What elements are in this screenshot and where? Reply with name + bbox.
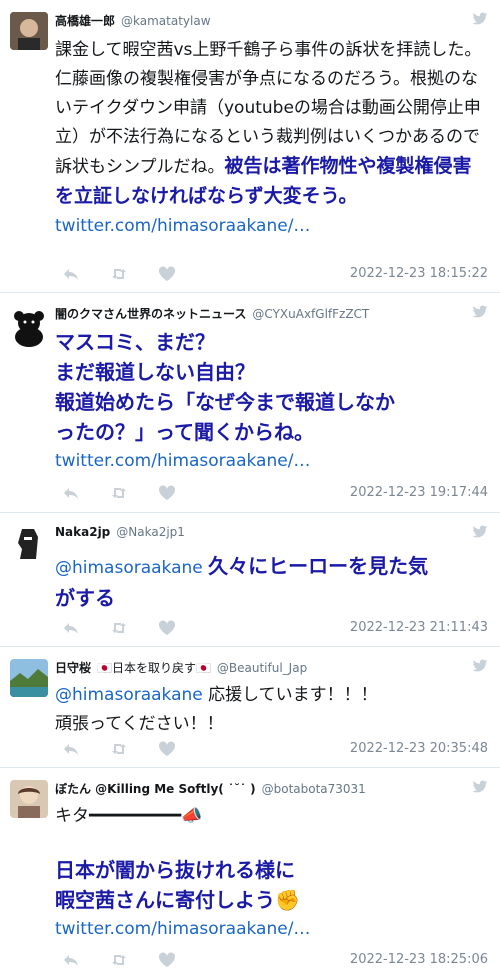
tweet-5: ぼたん @Killing Me Softly( ˙˘˙ ) @botabota73… bbox=[0, 768, 500, 978]
twitter-bird-icon bbox=[472, 305, 488, 319]
avatar[interactable] bbox=[10, 780, 48, 818]
tweet-2: 闇のクマさん世界のネットニュース @CYXuAxfGlfFzZCT マスコミ、まだ… bbox=[0, 293, 500, 511]
avatar[interactable] bbox=[10, 525, 48, 563]
tweet-text-plain: 応援しています！！！ bbox=[208, 685, 378, 705]
timestamp[interactable]: 2022-12-23 21:11:43 bbox=[350, 620, 488, 635]
tweet-text: @himasoraakane 応援しています！！！ 頑張ってください！！ bbox=[55, 681, 490, 739]
tweet-header: Naka2jp @Naka2jp1 bbox=[55, 525, 185, 539]
tweet-text-plain: キタ━━━━━━━━━📣 bbox=[55, 806, 203, 826]
timestamp[interactable]: 2022-12-23 18:15:22 bbox=[350, 266, 488, 281]
reply-icon[interactable] bbox=[62, 741, 80, 757]
tweet-header: 高橋雄一郎 @kamatatylaw bbox=[55, 12, 211, 29]
tweet-line: マスコミ、まだ？ bbox=[55, 330, 215, 354]
tweet-actions bbox=[62, 485, 176, 501]
avatar[interactable] bbox=[10, 659, 48, 697]
reply-icon[interactable] bbox=[62, 266, 80, 282]
user-handle[interactable]: @Beautiful_Jap bbox=[217, 661, 307, 675]
tweet-text: @himasoraakane 久々にヒーローを見た気 がする bbox=[55, 551, 490, 613]
tweet-text: キタ━━━━━━━━━📣 日本が闇から抜けれる様に 暇空茜さんに寄付しよう✊ t… bbox=[55, 802, 490, 944]
user-name[interactable]: 日守桜 bbox=[55, 661, 91, 675]
tweet-1: 高橋雄一郎 @kamatatylaw 課金して暇空茜vs上野千鶴子ら事件の訴状を拝… bbox=[0, 0, 500, 290]
twitter-bird-icon bbox=[472, 659, 488, 673]
tweet-link[interactable]: twitter.com/himasoraakane/… bbox=[55, 447, 490, 476]
user-name[interactable]: 闇のクマさん世界のネットニュース bbox=[55, 307, 246, 321]
tweet-text-bold: 暇空茜さんに寄付しよう✊ bbox=[55, 888, 300, 912]
tweet-header: 日守桜 🇯🇵日本を取り戻す🇯🇵 @Beautiful_Jap bbox=[55, 659, 307, 676]
tweet-line: 報道始めたら「なぜ今まで報道しなか bbox=[55, 390, 395, 414]
timestamp[interactable]: 2022-12-23 20:35:48 bbox=[350, 741, 488, 756]
like-icon[interactable] bbox=[158, 266, 176, 282]
user-name[interactable]: ぼたん @Killing Me Softly( ˙˘˙ ) bbox=[55, 782, 256, 796]
avatar[interactable] bbox=[10, 309, 48, 347]
retweet-icon[interactable] bbox=[110, 620, 128, 636]
retweet-icon[interactable] bbox=[110, 952, 128, 968]
user-handle[interactable]: @CYXuAxfGlfFzZCT bbox=[252, 307, 369, 321]
tweet-3: Naka2jp @Naka2jp1 @himasoraakane 久々にヒーローを… bbox=[0, 513, 500, 645]
tweet-link[interactable]: twitter.com/himasoraakane/… bbox=[55, 915, 490, 944]
retweet-icon[interactable] bbox=[110, 485, 128, 501]
tweet-text-bold: 日本が闇から抜けれる様に bbox=[55, 858, 295, 882]
mention-link[interactable]: @himasoraakane bbox=[55, 685, 203, 705]
tweet-text-bold: がする bbox=[55, 586, 115, 610]
tweet-text-bold: 久々にヒーローを見た気 bbox=[208, 554, 429, 578]
avatar[interactable] bbox=[10, 12, 48, 50]
tweet-actions bbox=[62, 620, 176, 636]
like-icon[interactable] bbox=[158, 741, 176, 757]
tweet-4: 日守桜 🇯🇵日本を取り戻す🇯🇵 @Beautiful_Jap @himasoraak… bbox=[0, 647, 500, 767]
user-name[interactable]: 高橋雄一郎 bbox=[55, 14, 115, 28]
tweet-header: ぼたん @Killing Me Softly( ˙˘˙ ) @botabota73… bbox=[55, 780, 366, 797]
user-name[interactable]: Naka2jp bbox=[55, 525, 110, 539]
tweet-text-plain: 頑張ってください！！ bbox=[55, 714, 224, 734]
reply-icon[interactable] bbox=[62, 952, 80, 968]
like-icon[interactable] bbox=[158, 620, 176, 636]
tweet-actions bbox=[62, 266, 176, 282]
like-icon[interactable] bbox=[158, 952, 176, 968]
tweet-header: 闇のクマさん世界のネットニュース @CYXuAxfGlfFzZCT bbox=[55, 305, 369, 322]
twitter-bird-icon bbox=[472, 780, 488, 794]
reply-icon[interactable] bbox=[62, 620, 80, 636]
reply-icon[interactable] bbox=[62, 485, 80, 501]
tweet-text: 課金して暇空茜vs上野千鶴子ら事件の訴状を拝読した。仁藤画像の複製権侵害が争点に… bbox=[55, 36, 490, 241]
mention-link[interactable]: @himasoraakane bbox=[55, 558, 203, 578]
tweet-link[interactable]: twitter.com/himasoraakane/… bbox=[55, 216, 310, 236]
tweet-line: ったの？」って聞くからね。 bbox=[55, 420, 314, 444]
timestamp[interactable]: 2022-12-23 19:17:44 bbox=[350, 485, 488, 500]
tweet-text: マスコミ、まだ？ まだ報道しない自由？ 報道始めたら「なぜ今まで報道しなか った… bbox=[55, 327, 490, 476]
name-badge: 🇯🇵日本を取り戻す🇯🇵 bbox=[97, 661, 211, 675]
tweet-line: まだ報道しない自由？ bbox=[55, 360, 255, 384]
retweet-icon[interactable] bbox=[110, 266, 128, 282]
twitter-bird-icon bbox=[472, 12, 488, 26]
timestamp[interactable]: 2022-12-23 18:25:06 bbox=[350, 952, 488, 967]
twitter-bird-icon bbox=[472, 525, 488, 539]
user-handle[interactable]: @Naka2jp1 bbox=[116, 525, 185, 539]
tweet-actions bbox=[62, 741, 176, 757]
user-handle[interactable]: @botabota73031 bbox=[262, 782, 366, 796]
tweet-actions bbox=[62, 952, 176, 968]
retweet-icon[interactable] bbox=[110, 741, 128, 757]
like-icon[interactable] bbox=[158, 485, 176, 501]
user-handle[interactable]: @kamatatylaw bbox=[121, 14, 211, 28]
